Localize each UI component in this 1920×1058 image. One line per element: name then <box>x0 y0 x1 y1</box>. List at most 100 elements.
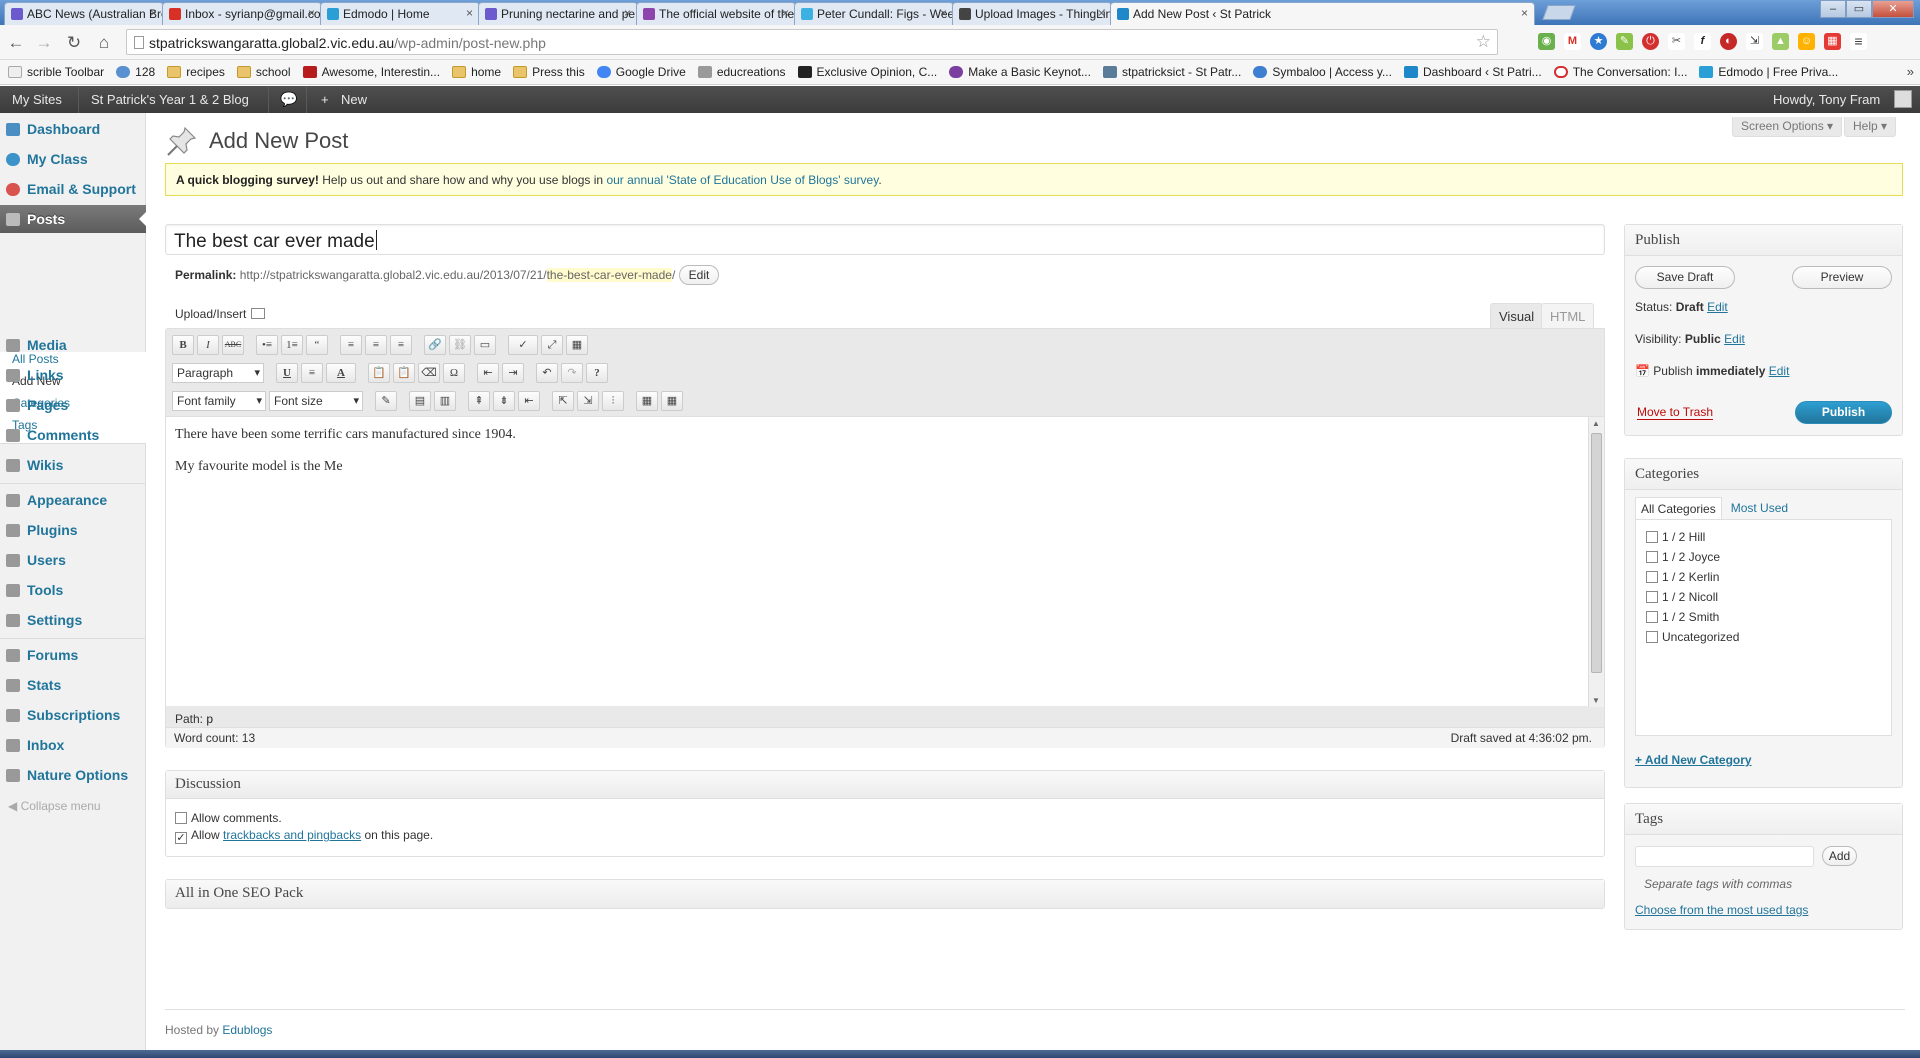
move-to-trash-link[interactable]: Move to Trash <box>1637 405 1714 420</box>
bookmark[interactable]: Exclusive Opinion, C... <box>797 65 937 79</box>
bookmarks-overflow-icon[interactable]: » <box>1907 64 1914 79</box>
help-button[interactable]: Help ▾ <box>1844 117 1897 137</box>
bookmark[interactable]: Google Drive <box>596 65 686 79</box>
menu-item-nature-options[interactable]: Nature Options <box>0 761 146 789</box>
site-name-link[interactable]: St Patrick's Year 1 & 2 Blog <box>91 92 249 107</box>
font-size-select[interactable]: Font size <box>269 391 363 411</box>
upload-insert-link[interactable]: Upload/Insert <box>175 307 266 321</box>
align-right-button[interactable]: ≡ <box>390 335 412 355</box>
close-icon[interactable]: × <box>308 6 315 20</box>
post-title-input[interactable]: The best car ever made <box>165 224 1605 255</box>
menu-item-plugins[interactable]: Plugins <box>0 516 146 544</box>
allow-comments-checkbox[interactable] <box>175 812 187 824</box>
maximize-button[interactable]: ▭ <box>1846 0 1872 18</box>
bookmark[interactable]: educreations <box>697 65 786 79</box>
preview-button[interactable]: Preview <box>1792 266 1892 289</box>
table-props-button[interactable]: ▥ <box>434 391 456 411</box>
menu-icon[interactable]: ≡ <box>1850 33 1867 50</box>
bookmark[interactable]: Dashboard ‹ St Patri... <box>1403 65 1542 79</box>
bookmark[interactable]: 128 <box>116 65 155 79</box>
browser-tab[interactable]: Edmodo | Home × <box>320 2 480 25</box>
bullet-list-button[interactable]: •≡ <box>256 335 278 355</box>
browser-tab[interactable]: Inbox - syrianp@gmail.co × <box>162 2 322 25</box>
menu-item-email-support[interactable]: Email & Support <box>0 175 146 203</box>
category-item[interactable]: 1 / 2 Kerlin <box>1646 570 1719 584</box>
insert-more-button[interactable]: ▭ <box>474 335 496 355</box>
tools-icon[interactable]: ✂ <box>1668 33 1685 50</box>
close-icon[interactable]: × <box>624 6 631 20</box>
remove-format-button[interactable]: ⌫ <box>418 363 440 383</box>
category-checkbox[interactable] <box>1646 611 1658 623</box>
trackbacks-link[interactable]: trackbacks and pingbacks <box>223 828 361 842</box>
scrollbar-thumb[interactable] <box>1591 433 1602 673</box>
browser-tab[interactable]: Peter Cundall: Figs - Week × <box>794 2 954 25</box>
bookmark[interactable]: Edmodo | Free Priva... <box>1699 65 1838 79</box>
insert-link-button[interactable]: 🔗 <box>424 335 446 355</box>
menu-item-links[interactable]: Links <box>0 361 146 389</box>
publish-button[interactable]: Publish <box>1795 401 1892 424</box>
bookmark-folder[interactable]: recipes <box>167 65 225 79</box>
seo-pack-title[interactable]: All in One SEO Pack <box>166 880 1604 908</box>
indent-button[interactable]: ⇥ <box>502 363 524 383</box>
bookmark-folder[interactable]: Press this <box>513 65 585 79</box>
new-tag-input[interactable] <box>1635 846 1814 867</box>
merge-cells-button[interactable]: ▦ <box>636 391 658 411</box>
format-select[interactable]: Paragraph <box>172 363 264 383</box>
edit-css-button[interactable]: ✎ <box>375 391 397 411</box>
row-before-button[interactable]: ⇞ <box>468 391 490 411</box>
category-checkbox[interactable] <box>1646 571 1658 583</box>
font-family-select[interactable]: Font family <box>172 391 266 411</box>
extension-icon[interactable]: ▲ <box>1772 33 1789 50</box>
help-icon[interactable]: ? <box>586 363 608 383</box>
screen-options-button[interactable]: Screen Options ▾ <box>1732 117 1843 137</box>
edit-permalink-button[interactable]: Edit <box>678 265 720 285</box>
category-checkbox[interactable] <box>1646 631 1658 643</box>
address-bar[interactable]: stpatrickswangaratta.global2.vic.edu.au/… <box>126 29 1498 55</box>
edit-visibility-link[interactable]: Edit <box>1724 332 1745 346</box>
menu-item-pages[interactable]: Pages <box>0 391 146 419</box>
underline-button[interactable]: U <box>276 363 298 383</box>
howdy-user-link[interactable]: Howdy, Tony Fram <box>1773 92 1880 107</box>
italic-button[interactable]: I <box>197 335 219 355</box>
paste-text-button[interactable]: 📋 <box>368 363 390 383</box>
close-icon[interactable]: × <box>1098 6 1105 20</box>
back-icon[interactable]: ← <box>6 33 26 53</box>
new-content-link[interactable]: New <box>341 92 367 107</box>
menu-item-comments[interactable]: Comments <box>0 421 146 449</box>
numbered-list-button[interactable]: 1≡ <box>281 335 303 355</box>
split-cells-button[interactable]: ▦ <box>661 391 683 411</box>
my-sites-link[interactable]: My Sites <box>12 92 62 107</box>
blockquote-button[interactable]: “ <box>306 335 328 355</box>
bookmark[interactable]: stpatricksict - St Patr... <box>1102 65 1241 79</box>
row-after-button[interactable]: ⇟ <box>493 391 515 411</box>
categories-title[interactable]: Categories <box>1625 459 1902 490</box>
menu-item-settings[interactable]: Settings <box>0 606 146 634</box>
choose-tags-link[interactable]: Choose from the most used tags <box>1635 903 1808 917</box>
home-icon[interactable]: ⌂ <box>94 33 114 53</box>
browser-tab[interactable]: The official website of the × <box>636 2 796 25</box>
col-after-button[interactable]: ⇲ <box>577 391 599 411</box>
browser-tab-active[interactable]: Add New Post ‹ St Patrick × <box>1110 2 1535 25</box>
special-character-button[interactable]: Ω <box>443 363 465 383</box>
tab-html[interactable]: HTML <box>1541 303 1595 328</box>
bold-button[interactable]: B <box>172 335 194 355</box>
text-color-button[interactable]: A <box>326 363 356 383</box>
bookmark-star-icon[interactable]: ☆ <box>1476 32 1491 52</box>
stop-icon[interactable]: ⏻ <box>1642 33 1659 50</box>
publish-title[interactable]: Publish <box>1625 225 1902 256</box>
scroll-up-icon[interactable]: ▲ <box>1592 419 1600 428</box>
bookmark-folder[interactable]: school <box>236 65 291 79</box>
tab-all-categories[interactable]: All Categories <box>1635 497 1722 520</box>
evernote-icon[interactable]: ✎ <box>1616 33 1633 50</box>
delete-row-button[interactable]: ⇤ <box>518 391 540 411</box>
extension-icon[interactable]: ☺ <box>1798 33 1815 50</box>
bookmark[interactable]: Make a Basic Keynot... <box>949 65 1091 79</box>
col-before-button[interactable]: ⇱ <box>552 391 574 411</box>
fullscreen-button[interactable]: ⤢ <box>541 335 563 355</box>
menu-item-media[interactable]: Media <box>0 331 146 359</box>
allow-pingbacks-checkbox[interactable]: ✓ <box>175 832 187 844</box>
align-center-button[interactable]: ≡ <box>365 335 387 355</box>
category-item[interactable]: 1 / 2 Joyce <box>1646 550 1720 564</box>
delete-col-button[interactable]: ⫶ <box>602 391 624 411</box>
window-close-button[interactable]: ✕ <box>1872 0 1914 18</box>
